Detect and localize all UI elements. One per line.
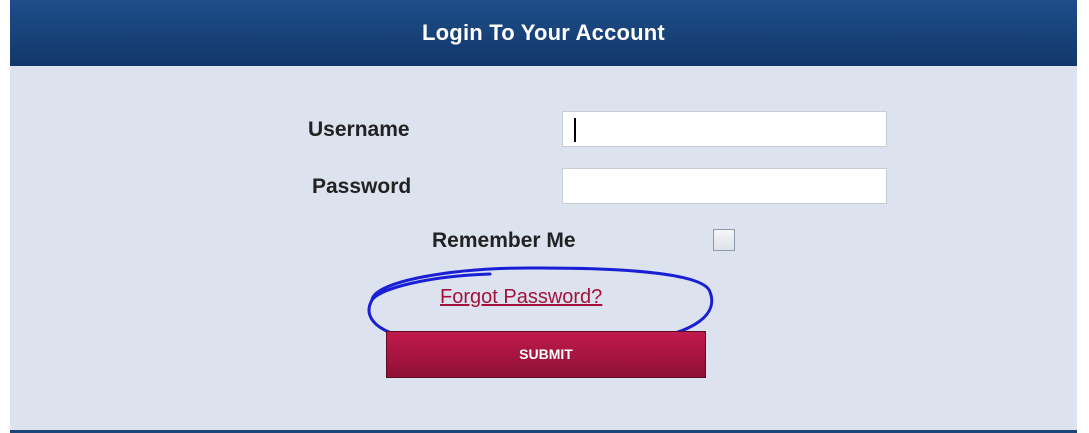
username-label: Username	[308, 118, 410, 141]
remember-me-label: Remember Me	[432, 229, 576, 252]
password-label: Password	[312, 175, 412, 198]
login-header: Login To Your Account	[10, 0, 1077, 66]
password-input[interactable]	[562, 168, 887, 204]
login-title: Login To Your Account	[422, 20, 665, 45]
forgot-password-link[interactable]: Forgot Password?	[440, 286, 602, 309]
text-caret	[574, 118, 576, 142]
submit-button[interactable]: SUBMIT	[386, 331, 706, 378]
username-input[interactable]	[562, 111, 887, 147]
submit-label: SUBMIT	[519, 346, 573, 362]
remember-me-checkbox[interactable]	[713, 229, 735, 251]
